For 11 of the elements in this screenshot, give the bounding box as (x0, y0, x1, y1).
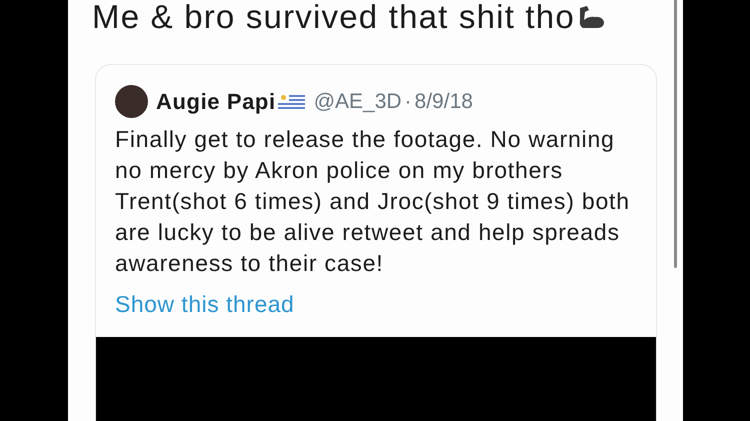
separator: · (404, 88, 412, 115)
flag-icon (278, 92, 305, 110)
author-handle[interactable]: @AE_3D (314, 86, 402, 118)
tweet-text: Me & bro survived that shit tho (92, 0, 575, 34)
scrollbar[interactable] (674, 0, 677, 268)
show-thread-link[interactable]: Show this thread (115, 291, 294, 317)
quoted-tweet-card[interactable] (95, 64, 657, 421)
tweet-date[interactable]: 8/9/18 (414, 86, 473, 118)
author-name[interactable]: Augie Papi (156, 85, 276, 118)
avatar[interactable] (115, 85, 148, 118)
quoted-tweet-text: Finally get to release the footage. No warning no mercy by Akron police on my brothers Trent(shot 6 times) and Jroc(shot 9 times) both are lucky to be alive retweet and help spreads awareness to their case! (114, 125, 631, 278)
